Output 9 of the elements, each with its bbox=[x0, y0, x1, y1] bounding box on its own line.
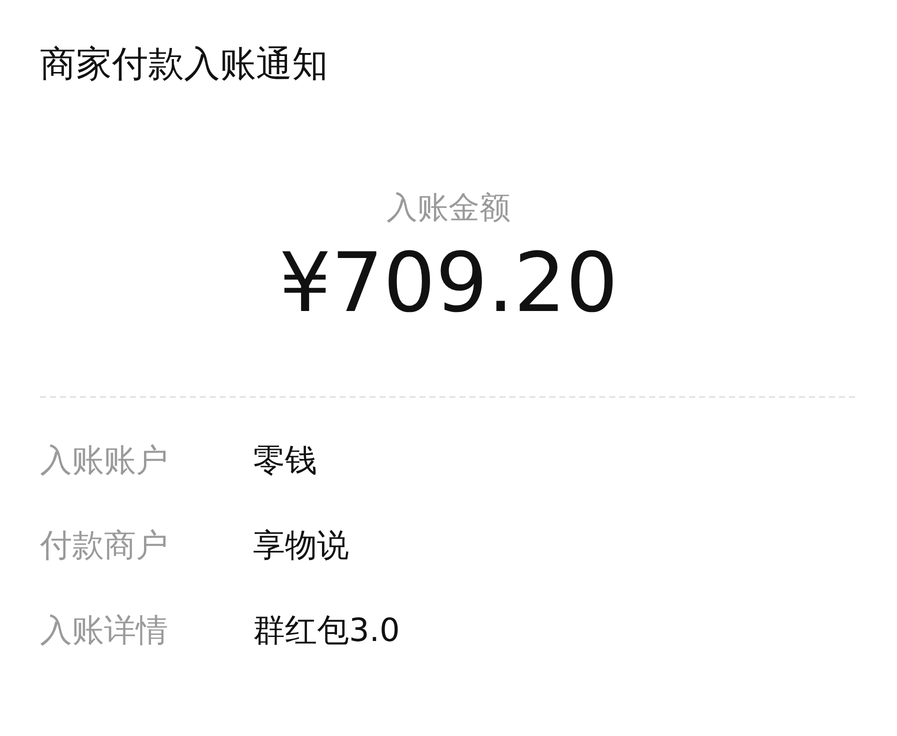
amount-label: 入账金额 bbox=[386, 189, 510, 228]
detail-value: 零钱 bbox=[253, 440, 317, 481]
detail-label: 付款商户 bbox=[40, 525, 169, 566]
detail-value: 群红包3.0 bbox=[253, 610, 400, 651]
detail-label: 入账详情 bbox=[40, 610, 169, 651]
amount-value: ¥709.20 bbox=[278, 236, 618, 332]
detail-label: 入账账户 bbox=[40, 440, 169, 481]
notification-title: 商家付款入账通知 bbox=[40, 43, 328, 87]
detail-value: 享物说 bbox=[253, 525, 349, 566]
